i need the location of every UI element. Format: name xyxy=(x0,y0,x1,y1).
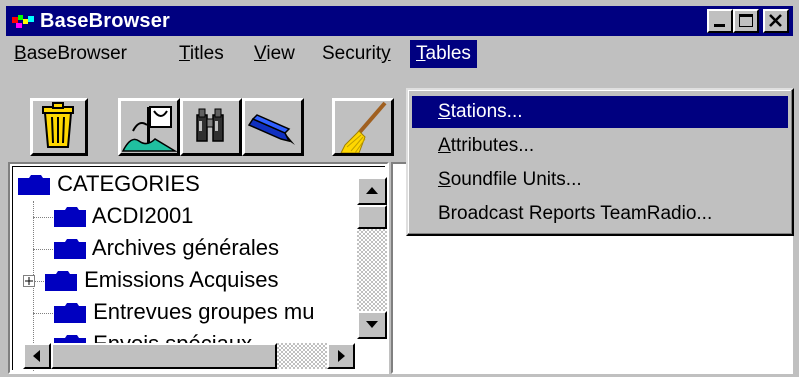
menu-item-stations[interactable]: Stations... xyxy=(412,96,788,128)
vertical-scrollbar[interactable] xyxy=(357,177,387,339)
menu-bar: BaseBrowser Titles View Security Tables xyxy=(6,38,793,70)
arrow-right-icon xyxy=(338,350,345,362)
menu-accel: T xyxy=(179,43,190,64)
menu-item-broadcast-reports[interactable]: Broadcast Reports TeamRadio... xyxy=(412,198,788,230)
clean-tool-button[interactable] xyxy=(332,98,394,156)
menu-accel: A xyxy=(438,135,451,156)
tree-item-label: Emissions Acquises xyxy=(84,267,279,292)
menu-security[interactable]: Security xyxy=(316,40,397,68)
menu-view[interactable]: View xyxy=(248,40,301,68)
app-icon[interactable] xyxy=(12,13,34,29)
tree-item-entrevues[interactable]: Entrevues groupes mu xyxy=(33,297,314,327)
menu-item-soundfile-units[interactable]: Soundfile Units... xyxy=(412,164,788,196)
expand-icon[interactable] xyxy=(23,275,35,288)
menu-item-label: tations... xyxy=(450,101,523,122)
close-icon xyxy=(769,14,782,27)
tree-item-label: Entrevues groupes mu xyxy=(93,299,315,324)
menu-label: Securit xyxy=(322,43,382,64)
tree-branch xyxy=(33,248,53,250)
broom-icon xyxy=(340,101,387,154)
tree-viewport: CATEGORIES ACDI2001 Archives générales E… xyxy=(12,166,387,372)
tree-root-label: CATEGORIES xyxy=(57,171,200,196)
menu-accel: B xyxy=(14,43,27,64)
arrow-up-icon xyxy=(366,187,378,194)
menu-tables[interactable]: Tables xyxy=(410,40,477,68)
menu-accel: y xyxy=(381,43,391,64)
menu-basebrowser[interactable]: BaseBrowser xyxy=(8,40,133,68)
tree-item-emissions[interactable]: Emissions Acquises xyxy=(23,265,279,295)
close-button[interactable] xyxy=(763,9,789,33)
minimize-button[interactable] xyxy=(707,9,733,33)
flag-landscape-icon xyxy=(121,106,178,152)
edit-tool-button[interactable] xyxy=(242,98,304,156)
pen-icon xyxy=(247,114,295,145)
menu-item-label: ttributes... xyxy=(450,135,535,156)
folder-icon xyxy=(54,303,86,324)
tree-item-archives[interactable]: Archives générales xyxy=(33,233,279,263)
menu-accel: S xyxy=(438,169,451,190)
folder-icon xyxy=(18,175,50,196)
scroll-left-button[interactable] xyxy=(23,343,51,369)
tree-branch xyxy=(35,280,44,282)
minimize-icon xyxy=(714,24,725,27)
tree-branch xyxy=(33,216,53,218)
maximize-icon xyxy=(739,14,753,27)
menu-label: ables xyxy=(425,43,471,64)
search-tool-button[interactable] xyxy=(180,98,242,156)
tree-branch xyxy=(33,312,53,314)
menu-label: iew xyxy=(266,43,295,64)
stations-tool-button[interactable] xyxy=(118,98,180,156)
hscroll-thumb[interactable] xyxy=(51,343,277,369)
tables-menu-dropdown: Stations... Attributes... Soundfile Unit… xyxy=(406,88,794,236)
menu-accel: V xyxy=(254,43,267,64)
menu-accel: S xyxy=(438,101,451,122)
scroll-thumb[interactable] xyxy=(357,205,387,229)
menu-label: itles xyxy=(189,43,224,64)
category-tree[interactable]: CATEGORIES ACDI2001 Archives générales E… xyxy=(8,162,389,374)
tree-item-label: ACDI2001 xyxy=(91,203,194,228)
menu-titles[interactable]: Titles xyxy=(173,40,230,68)
arrow-down-icon xyxy=(366,321,378,328)
folder-icon xyxy=(45,271,77,292)
window-title: BaseBrowser xyxy=(40,10,171,32)
menu-label: aseBrowser xyxy=(26,43,128,64)
basebrowser-window: BaseBrowser BaseBrowser Titles View Secu… xyxy=(0,0,799,377)
delete-button[interactable] xyxy=(30,98,88,156)
scroll-right-button[interactable] xyxy=(327,343,355,369)
horizontal-scrollbar[interactable] xyxy=(23,343,355,369)
trash-can-icon xyxy=(42,102,74,148)
menu-item-label: Broadcast Reports TeamRadio... xyxy=(438,203,713,224)
binoculars-icon xyxy=(196,108,224,142)
menu-item-label: oundfile Units... xyxy=(450,169,582,190)
tree-item-acdi2001[interactable]: ACDI2001 xyxy=(33,201,193,231)
menu-accel: T xyxy=(416,43,426,64)
tree-root[interactable]: CATEGORIES xyxy=(17,169,200,199)
scroll-down-button[interactable] xyxy=(357,311,387,339)
scroll-up-button[interactable] xyxy=(357,177,387,205)
menu-item-attributes[interactable]: Attributes... xyxy=(412,130,788,162)
tree-item-label: Archives générales xyxy=(91,235,280,260)
folder-icon xyxy=(54,239,86,260)
folder-icon xyxy=(54,207,86,228)
maximize-button[interactable] xyxy=(733,9,759,33)
title-bar[interactable]: BaseBrowser xyxy=(6,6,793,36)
arrow-left-icon xyxy=(33,350,40,362)
